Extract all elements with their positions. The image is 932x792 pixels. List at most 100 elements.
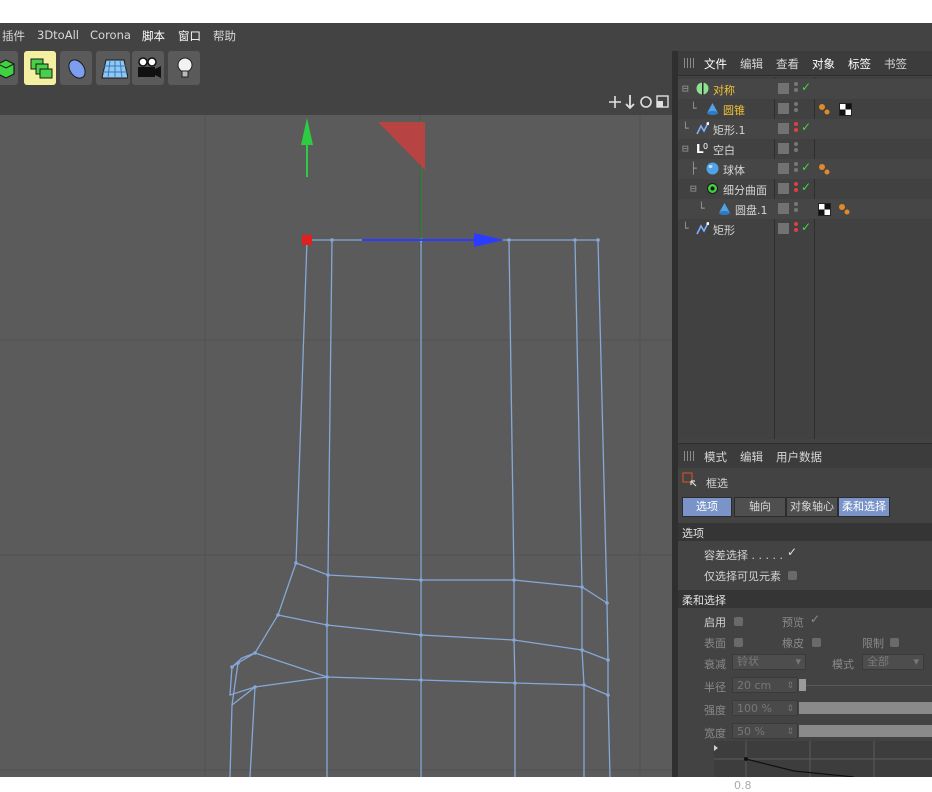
tree-expander[interactable]: ⊟ [682, 142, 689, 155]
stepper-icon[interactable]: ⇕ [786, 701, 794, 717]
tree-expander[interactable]: ⊟ [682, 82, 689, 95]
enable-checkbox[interactable] [734, 617, 743, 626]
zoom-view-icon[interactable] [625, 95, 635, 110]
render-visibility-dots[interactable] [794, 202, 799, 216]
y-axis-arrow-icon[interactable] [301, 118, 313, 145]
editor-visibility-flag[interactable] [778, 203, 789, 214]
render-visibility-dots[interactable] [794, 182, 799, 196]
object-row-cone[interactable]: └ 圆锥 [678, 99, 932, 119]
am-menu-user-data[interactable]: 用户数据 [776, 449, 822, 465]
light-button[interactable] [168, 51, 200, 85]
phong-tag-icon[interactable] [838, 202, 851, 215]
xy-plane-handle[interactable] [378, 122, 425, 170]
falloff-curve-graph[interactable]: 0.8 [714, 741, 932, 792]
editor-visibility-flag[interactable] [778, 123, 789, 134]
om-menu-edit[interactable]: 编辑 [740, 56, 763, 72]
width-slider[interactable] [799, 725, 932, 737]
object-row-rectangle-1[interactable]: └ 矩形.1 ✓ [678, 119, 932, 139]
render-visibility-dots[interactable] [794, 82, 799, 96]
grip-icon[interactable] [684, 58, 696, 68]
limit-checkbox[interactable] [890, 638, 899, 647]
stepper-icon[interactable]: ⇕ [786, 678, 794, 694]
camera-button[interactable] [132, 51, 164, 85]
x-axis-arrow-icon[interactable] [474, 233, 504, 247]
rotate-view-icon[interactable] [640, 96, 652, 108]
menu-script[interactable]: 脚本 [142, 28, 165, 44]
section-options[interactable]: 选项 [678, 523, 932, 541]
stepper-icon[interactable]: ⇕ [786, 724, 794, 740]
tab-soft-selection[interactable]: 柔和选择 [838, 497, 890, 517]
mode-dropdown[interactable]: 全部 ▾ [862, 654, 924, 670]
strength-field[interactable]: 100 % ⇕ [732, 700, 798, 716]
nurbs-generator-button[interactable] [24, 51, 56, 85]
floor-environment-button[interactable] [96, 51, 130, 85]
enabled-check-icon[interactable]: ✓ [801, 220, 811, 234]
render-visibility-dots[interactable] [794, 102, 799, 116]
radius-label: 半径 [704, 681, 726, 694]
material-tag-icon[interactable] [818, 203, 831, 216]
editor-visibility-flag[interactable] [778, 83, 789, 94]
object-row-rectangle[interactable]: └ 矩形 ✓ [678, 219, 932, 239]
maximize-view-icon[interactable] [656, 95, 669, 108]
falloff-dropdown[interactable]: 铃状 ▾ [732, 654, 806, 670]
object-name: 圆盘.1 [735, 204, 768, 217]
viewport-3d[interactable] [0, 115, 672, 777]
material-tag-icon[interactable] [839, 103, 852, 116]
render-visibility-dots[interactable] [794, 162, 799, 176]
menu-plugins[interactable]: 插件 [2, 28, 25, 44]
editor-visibility-flag[interactable] [778, 163, 789, 174]
enabled-check-icon[interactable]: ✓ [801, 160, 811, 174]
object-row-symmetry[interactable]: ⊟ 对称 ✓ [678, 79, 932, 99]
deformer-button[interactable] [60, 51, 92, 85]
section-soft-selection[interactable]: 柔和选择 [678, 590, 932, 608]
transform-gizmo[interactable] [301, 118, 504, 247]
am-menu-edit[interactable]: 编辑 [740, 449, 763, 465]
rubber-checkbox[interactable] [812, 638, 821, 647]
editor-visibility-flag[interactable] [778, 143, 789, 154]
radius-field[interactable]: 20 cm ⇕ [732, 677, 798, 693]
menu-3dtoall[interactable]: 3DtoAll [37, 28, 79, 42]
menu-help[interactable]: 帮助 [213, 28, 236, 44]
radius-slider-track[interactable] [806, 685, 932, 686]
om-menu-bookmarks[interactable]: 书签 [884, 56, 907, 72]
tolerance-checkbox[interactable]: ✓ [787, 545, 797, 559]
menu-window[interactable]: 窗口 [178, 28, 201, 44]
tab-axis[interactable]: 轴向 [734, 497, 786, 517]
editor-visibility-flag[interactable] [778, 183, 789, 194]
enabled-check-icon[interactable]: ✓ [801, 80, 811, 94]
editor-visibility-flag[interactable] [778, 223, 789, 234]
render-visibility-dots[interactable] [794, 222, 799, 236]
radius-slider-handle[interactable] [799, 679, 806, 691]
move-view-icon[interactable] [609, 96, 621, 108]
cube-primitive-button[interactable] [0, 51, 18, 85]
deformer-icon [68, 59, 86, 79]
phong-tag-icon[interactable] [818, 102, 831, 115]
enabled-check-icon[interactable]: ✓ [801, 120, 811, 134]
om-menu-tags[interactable]: 标签 [848, 56, 871, 72]
surface-checkbox[interactable] [734, 638, 743, 647]
tab-object-axis[interactable]: 对象轴心 [786, 497, 838, 517]
enabled-check-icon[interactable]: ✓ [801, 180, 811, 194]
object-row-sphere[interactable]: ├ 球体 ✓ [678, 159, 932, 179]
selected-point[interactable] [302, 235, 312, 245]
width-field[interactable]: 50 % ⇕ [732, 723, 798, 739]
render-visibility-dots[interactable] [794, 142, 799, 156]
tab-options[interactable]: 选项 [682, 497, 732, 517]
editor-visibility-flag[interactable] [778, 103, 789, 114]
object-row-subdivision[interactable]: ⊟ 细分曲面 ✓ [678, 179, 932, 199]
menu-corona[interactable]: Corona [90, 28, 131, 42]
om-menu-objects[interactable]: 对象 [812, 56, 835, 72]
visible-only-checkbox[interactable] [788, 571, 797, 580]
grip-icon[interactable] [684, 451, 696, 461]
am-menu-mode[interactable]: 模式 [704, 449, 727, 465]
phong-tag-icon[interactable] [818, 162, 831, 175]
object-row-disc-1[interactable]: └ 圆盘.1 [678, 199, 932, 219]
om-menu-view[interactable]: 查看 [776, 56, 799, 72]
object-row-null[interactable]: ⊟ L0 空白 [678, 139, 932, 159]
viewport-canvas[interactable] [0, 115, 672, 777]
preview-checkbox[interactable]: ✓ [810, 612, 820, 626]
strength-slider[interactable] [799, 702, 932, 714]
tree-expander[interactable]: ⊟ [690, 182, 697, 195]
render-visibility-dots[interactable] [794, 122, 799, 136]
om-menu-file[interactable]: 文件 [704, 56, 727, 72]
